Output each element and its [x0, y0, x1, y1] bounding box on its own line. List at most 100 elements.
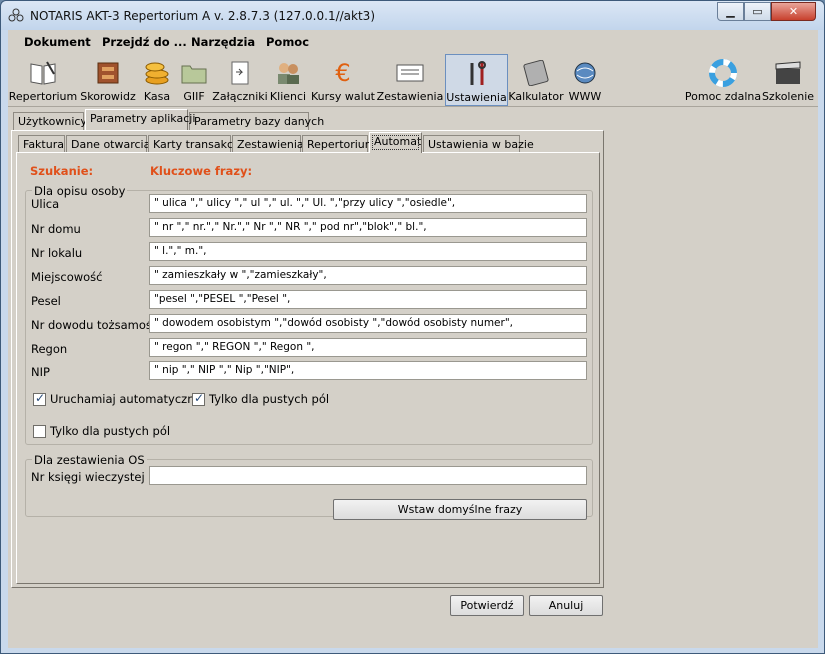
- tab-dane-otwarcia[interactable]: Dane otwarcia: [66, 135, 150, 153]
- toolbar-label: WWW: [568, 90, 602, 103]
- insert-defaults-button[interactable]: Wstaw domyślne frazy: [333, 499, 587, 520]
- toolbar-label: Zestawienia: [376, 90, 444, 103]
- sub-tabs: Faktura Dane otwarcia Karty transakcji Z…: [18, 132, 608, 153]
- calculator-icon: [521, 58, 551, 88]
- book-icon: [28, 58, 58, 88]
- report-icon: [395, 58, 425, 88]
- menu-narzedzia[interactable]: Narzędzia: [191, 35, 255, 49]
- tab-zestawienia[interactable]: Zestawienia: [232, 135, 304, 153]
- label-nr-domu: Nr domu: [31, 222, 81, 236]
- maximize-icon: ▭: [752, 5, 763, 18]
- toolbar-label: Załączniki: [212, 90, 268, 103]
- checkbox-uruchamiaj-label: Uruchamiaj automatycznie: [50, 392, 205, 406]
- toolbar-label: GIIF: [183, 90, 205, 103]
- tab-repertorium[interactable]: Repertorium: [302, 135, 376, 153]
- label-nip: NIP: [31, 365, 50, 379]
- tools-icon: [462, 59, 492, 89]
- close-button[interactable]: ✕: [771, 2, 816, 21]
- field-ulica[interactable]: " ulica "," ulicy "," ul "," ul. "," Ul.…: [149, 194, 587, 213]
- tab-panel-inner: Szukanie: Kluczowe frazy: Dla opisu osob…: [16, 152, 600, 584]
- checkbox-tylko-pustych-1[interactable]: [192, 391, 205, 406]
- field-nr-domu[interactable]: " nr "," nr."," Nr."," Nr "," NR "," pod…: [149, 218, 587, 237]
- attachment-icon: [225, 58, 255, 88]
- menu-pomoc[interactable]: Pomoc: [266, 35, 309, 49]
- toolbar-label: Ustawienia: [446, 91, 507, 104]
- close-icon: ✕: [788, 5, 799, 18]
- toolbar-skorowidz[interactable]: Skorowidz: [80, 54, 136, 106]
- app-window: NOTARIS AKT-3 Repertorium A v. 2.8.7.3 (…: [0, 0, 825, 654]
- field-nr-ksiegi[interactable]: [149, 466, 587, 485]
- confirm-button[interactable]: Potwierdź: [450, 595, 524, 616]
- tab-ustawienia-w-bazie[interactable]: Ustawienia w bazie: [423, 135, 534, 153]
- toolbar-kalkulator[interactable]: Kalkulator: [508, 54, 564, 106]
- label-pesel: Pesel: [31, 294, 61, 308]
- toolbar-label: Repertorium: [8, 90, 78, 103]
- label-regon: Regon: [31, 342, 68, 356]
- tab-faktura[interactable]: Faktura: [18, 135, 65, 153]
- toolbar-kursy-walut[interactable]: € Kursy walut: [311, 54, 375, 106]
- toolbar-ustawienia[interactable]: Ustawienia: [445, 54, 508, 106]
- top-tabs: Użytkownicy Parametry aplikacji Parametr…: [13, 109, 613, 130]
- toolbar-label: Pomoc zdalna: [684, 90, 762, 103]
- menu-dokument[interactable]: Dokument: [24, 35, 91, 49]
- lifebuoy-icon: [708, 58, 738, 88]
- toolbar-giif[interactable]: GIIF: [178, 54, 210, 106]
- tab-parametry-bazy[interactable]: Parametry bazy danych: [189, 112, 324, 130]
- toolbar-repertorium[interactable]: Repertorium: [8, 54, 78, 106]
- field-pesel[interactable]: "pesel ","PESEL ","Pesel ",: [149, 290, 587, 309]
- toolbar-label: Szkolenie: [761, 90, 815, 103]
- tab-karty-transakcji[interactable]: Karty transakcji: [148, 135, 239, 153]
- title-bar: NOTARIS AKT-3 Repertorium A v. 2.8.7.3 (…: [1, 1, 824, 30]
- tab-parametry-aplikacji[interactable]: Parametry aplikacji: [85, 109, 195, 130]
- client-area: Dokument Przejdź do ... Narzędzia Pomoc …: [8, 30, 818, 648]
- keys-header: Kluczowe frazy:: [150, 164, 253, 178]
- label-miejscowosc: Miejscowość: [31, 270, 103, 284]
- clients-icon: [273, 58, 303, 88]
- search-header: Szukanie:: [30, 164, 94, 178]
- toolbar-label: Kasa: [143, 90, 171, 103]
- menu-bar: Dokument Przejdź do ... Narzędzia Pomoc: [8, 30, 818, 52]
- checkbox-uruchamiaj[interactable]: [33, 391, 46, 406]
- group-title: Dla zestawienia OS: [32, 453, 147, 467]
- tab-uzytkownicy[interactable]: Użytkownicy: [13, 112, 87, 130]
- toolbar: Repertorium Skorowidz Kasa GIIF Załączni…: [8, 53, 818, 107]
- globe-icon: [570, 58, 600, 88]
- window-title: NOTARIS AKT-3 Repertorium A v. 2.8.7.3 (…: [30, 9, 375, 23]
- checkbox-tylko-pustych-2-label: Tylko dla pustych pól: [50, 424, 171, 438]
- minimize-icon: ▁: [726, 5, 735, 18]
- toolbar-label: Skorowidz: [80, 90, 136, 103]
- toolbar-pomoc-zdalna[interactable]: Pomoc zdalna: [684, 54, 762, 106]
- toolbar-zestawienia[interactable]: Zestawienia: [376, 54, 444, 106]
- label-nr-ksiegi: Nr księgi wieczystej: [31, 470, 145, 484]
- toolbar-zalaczniki[interactable]: Załączniki: [212, 54, 268, 106]
- minimize-button[interactable]: ▁: [717, 2, 744, 21]
- label-nr-lokalu: Nr lokalu: [31, 246, 83, 260]
- toolbar-label: Kursy walut: [311, 90, 375, 103]
- field-nip[interactable]: " nip "," NIP "," Nip ","NIP",: [149, 361, 587, 380]
- coins-icon: [142, 58, 172, 88]
- label-ulica: Ulica: [31, 197, 60, 211]
- clapper-icon: [773, 58, 803, 88]
- field-regon[interactable]: " regon "," REGON "," Regon ",: [149, 338, 587, 357]
- cancel-button[interactable]: Anuluj: [529, 595, 603, 616]
- folder-icon: [179, 58, 209, 88]
- tab-automat[interactable]: Automat: [369, 132, 422, 153]
- group-title: Dla opisu osoby: [32, 184, 128, 198]
- maximize-button[interactable]: ▭: [744, 2, 771, 21]
- drawer-icon: [93, 58, 123, 88]
- checkbox-tylko-pustych-2[interactable]: [33, 425, 46, 438]
- toolbar-label: Klienci: [269, 90, 307, 103]
- toolbar-label: Kalkulator: [508, 90, 564, 103]
- toolbar-szkolenie[interactable]: Szkolenie: [761, 54, 815, 106]
- field-miejscowosc[interactable]: " zamieszkały w ","zamieszkały",: [149, 266, 587, 285]
- toolbar-www[interactable]: WWW: [566, 54, 604, 106]
- field-nr-dowodu[interactable]: " dowodem osobistym ","dowód osobisty ",…: [149, 314, 587, 333]
- menu-przejdz[interactable]: Przejdź do ...: [102, 35, 187, 49]
- toolbar-kasa[interactable]: Kasa: [140, 54, 174, 106]
- checkbox-tylko-pustych-1-label: Tylko dla pustych pól: [209, 392, 330, 406]
- label-nr-dowodu: Nr dowodu tożsamości: [31, 318, 162, 332]
- field-nr-lokalu[interactable]: " l."," m.",: [149, 242, 587, 261]
- app-logo-icon: [8, 8, 24, 22]
- euro-icon: €: [335, 59, 351, 87]
- toolbar-klienci[interactable]: Klienci: [270, 54, 306, 106]
